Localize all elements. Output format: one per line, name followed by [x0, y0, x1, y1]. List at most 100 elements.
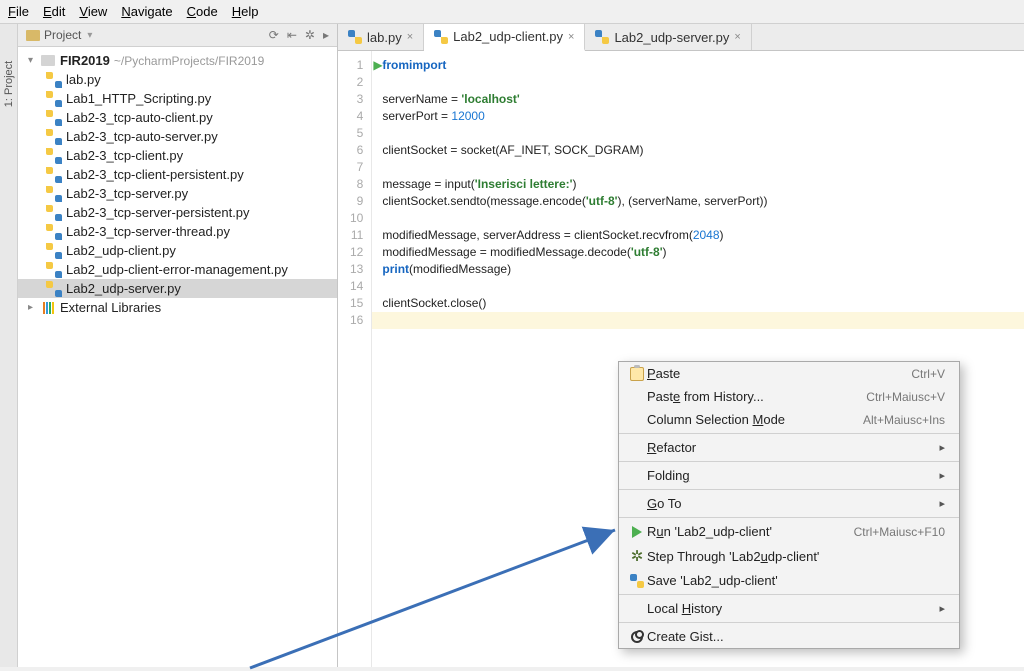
editor-tabs: lab.py×Lab2_udp-client.py×Lab2_udp-serve… — [338, 24, 1024, 51]
menu-code[interactable]: Code — [187, 4, 218, 19]
file-name: Lab2-3_tcp-server-persistent.py — [66, 205, 250, 220]
editor-tab[interactable]: Lab2_udp-client.py × — [424, 24, 585, 51]
run-icon — [632, 526, 642, 538]
menu-help[interactable]: Help — [232, 4, 259, 19]
line-number: 8 — [350, 176, 363, 193]
tree-file[interactable]: Lab2_udp-server.py — [18, 279, 337, 298]
tab-label: lab.py — [367, 30, 402, 45]
close-icon[interactable]: × — [734, 31, 740, 43]
code-line[interactable]: fromimport — [382, 57, 1014, 74]
tab-label: Lab2_udp-server.py — [614, 30, 729, 45]
ctx-save[interactable]: Save 'Lab2_udp-client' — [619, 569, 959, 592]
menu-view[interactable]: View — [79, 4, 107, 19]
tree-file[interactable]: Lab2-3_tcp-client.py — [18, 146, 337, 165]
code-line[interactable] — [382, 125, 1014, 142]
code-line[interactable]: serverName = 'localhost' — [382, 91, 1014, 108]
line-number: 1▶ — [350, 57, 363, 74]
line-number: 2 — [350, 74, 363, 91]
menu-file[interactable]: File — [8, 4, 29, 19]
tree-file[interactable]: lab.py — [18, 70, 337, 89]
external-libraries-label: External Libraries — [60, 300, 161, 315]
ctx-paste-history[interactable]: Paste from History... Ctrl+Maiusc+V — [619, 385, 959, 408]
ctx-run[interactable]: Run 'Lab2_udp-client' Ctrl+Maiusc+F10 — [619, 520, 959, 543]
folder-icon — [41, 55, 55, 66]
project-tree: ▾ FIR2019 ~/PycharmProjects/FIR2019 lab.… — [18, 47, 337, 321]
project-root-path: ~/PycharmProjects/FIR2019 — [114, 54, 264, 68]
tree-file[interactable]: Lab1_HTTP_Scripting.py — [18, 89, 337, 108]
ctx-folding[interactable]: Folding▸ — [619, 464, 959, 487]
python-icon — [630, 574, 644, 588]
line-number: 6 — [350, 142, 363, 159]
ctx-local-history[interactable]: Local History▸ — [619, 597, 959, 620]
line-number: 3 — [350, 91, 363, 108]
line-number: 9 — [350, 193, 363, 210]
code-line[interactable] — [382, 74, 1014, 91]
python-icon — [348, 30, 362, 44]
code-line[interactable]: clientSocket = socket(AF_INET, SOCK_DGRA… — [382, 142, 1014, 159]
tree-file[interactable]: Lab2-3_tcp-server.py — [18, 184, 337, 203]
collapse-icon[interactable]: ⇤ — [287, 28, 297, 42]
editor-tab[interactable]: lab.py × — [338, 24, 424, 50]
code-line[interactable]: clientSocket.close() — [382, 295, 1014, 312]
ctx-column-selection[interactable]: Column Selection Mode Alt+Maiusc+Ins — [619, 408, 959, 431]
file-name: lab.py — [66, 72, 101, 87]
ctx-step-through[interactable]: ✲ Step Through 'Lab2udp-client' — [619, 543, 959, 569]
code-line[interactable]: print(modifiedMessage) — [382, 261, 1014, 278]
gear-icon[interactable]: ✲ — [305, 28, 315, 42]
file-name: Lab1_HTTP_Scripting.py — [66, 91, 211, 106]
project-root-name: FIR2019 — [60, 53, 110, 68]
sidebar-tab-project[interactable]: 1: Project — [3, 61, 15, 107]
code-line[interactable] — [382, 210, 1014, 227]
chevron-down-icon[interactable]: ▾ — [87, 30, 92, 41]
menubar: File Edit View Navigate Code Help — [0, 0, 1024, 24]
chevron-down-icon[interactable]: ▾ — [28, 55, 40, 66]
tab-label: Lab2_udp-client.py — [453, 29, 563, 44]
line-number: 15 — [350, 295, 363, 312]
line-number: 14 — [350, 278, 363, 295]
tree-file[interactable]: Lab2-3_tcp-auto-client.py — [18, 108, 337, 127]
context-menu: Paste Ctrl+V Paste from History... Ctrl+… — [618, 361, 960, 649]
tree-file[interactable]: Lab2-3_tcp-auto-server.py — [18, 127, 337, 146]
tree-file[interactable]: Lab2_udp-client.py — [18, 241, 337, 260]
file-name: Lab2_udp-client-error-management.py — [66, 262, 288, 277]
code-line[interactable]: modifiedMessage = modifiedMessage.decode… — [382, 244, 1014, 261]
close-icon[interactable]: × — [568, 31, 574, 43]
tree-file[interactable]: Lab2-3_tcp-server-thread.py — [18, 222, 337, 241]
code-line[interactable] — [382, 159, 1014, 176]
code-line[interactable]: modifiedMessage, serverAddress = clientS… — [382, 227, 1014, 244]
menu-edit[interactable]: Edit — [43, 4, 65, 19]
ctx-create-gist[interactable]: Create Gist... — [619, 625, 959, 648]
options-icon[interactable]: ▸ — [323, 28, 329, 42]
code-line[interactable]: message = input('Inserisci lettere:') — [382, 176, 1014, 193]
chevron-right-icon[interactable]: ▸ — [28, 302, 40, 313]
tree-file[interactable]: Lab2_udp-client-error-management.py — [18, 260, 337, 279]
ctx-refactor[interactable]: Refactor▸ — [619, 436, 959, 459]
file-name: Lab2-3_tcp-auto-server.py — [66, 129, 218, 144]
file-name: Lab2_udp-client.py — [66, 243, 176, 258]
github-icon — [631, 631, 643, 643]
file-name: Lab2-3_tcp-server.py — [66, 186, 188, 201]
libraries-icon — [43, 302, 54, 314]
tree-root[interactable]: ▾ FIR2019 ~/PycharmProjects/FIR2019 — [18, 51, 337, 70]
python-icon — [434, 30, 448, 44]
ctx-goto[interactable]: Go To▸ — [619, 492, 959, 515]
run-gutter-icon[interactable]: ▶ — [373, 57, 382, 74]
editor-tab[interactable]: Lab2_udp-server.py × — [585, 24, 751, 50]
tree-file[interactable]: Lab2-3_tcp-client-persistent.py — [18, 165, 337, 184]
project-panel: Project ▾ ⟳ ⇤ ✲ ▸ ▾ FIR2019 ~/PycharmPro… — [18, 24, 338, 667]
ctx-paste[interactable]: Paste Ctrl+V — [619, 362, 959, 385]
line-number: 10 — [350, 210, 363, 227]
code-line[interactable]: clientSocket.sendto(message.encode('utf-… — [382, 193, 1014, 210]
refresh-icon[interactable]: ⟳ — [269, 28, 279, 42]
side-rail: 1: Project — [0, 24, 18, 667]
code-line[interactable]: serverPort = 12000 — [382, 108, 1014, 125]
line-number: 5 — [350, 125, 363, 142]
line-number: 12 — [350, 244, 363, 261]
code-line[interactable] — [382, 278, 1014, 295]
code-line[interactable] — [372, 312, 1024, 329]
tree-file[interactable]: Lab2-3_tcp-server-persistent.py — [18, 203, 337, 222]
tree-external-libs[interactable]: ▸ External Libraries — [18, 298, 337, 317]
menu-navigate[interactable]: Navigate — [121, 4, 172, 19]
close-icon[interactable]: × — [407, 31, 413, 43]
project-panel-header: Project ▾ ⟳ ⇤ ✲ ▸ — [18, 24, 337, 47]
